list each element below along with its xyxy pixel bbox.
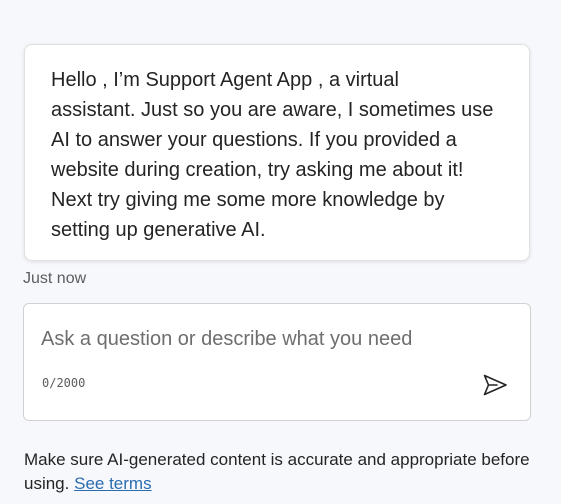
see-terms-link[interactable]: See terms (74, 474, 151, 493)
message-input[interactable] (41, 324, 461, 354)
message-composer: 0/2000 (23, 303, 531, 421)
send-icon (483, 374, 507, 396)
character-counter: 0/2000 (42, 376, 86, 390)
send-button[interactable] (480, 370, 510, 400)
message-timestamp: Just now (23, 270, 87, 287)
chat-panel: Hello , I’m Support Agent App , a virtua… (0, 0, 561, 504)
bot-message-text: Hello , I’m Support Agent App , a virtua… (51, 69, 494, 241)
ai-disclaimer: Make sure AI-generated content is accura… (24, 448, 544, 496)
bot-message-bubble: Hello , I’m Support Agent App , a virtua… (24, 44, 530, 261)
